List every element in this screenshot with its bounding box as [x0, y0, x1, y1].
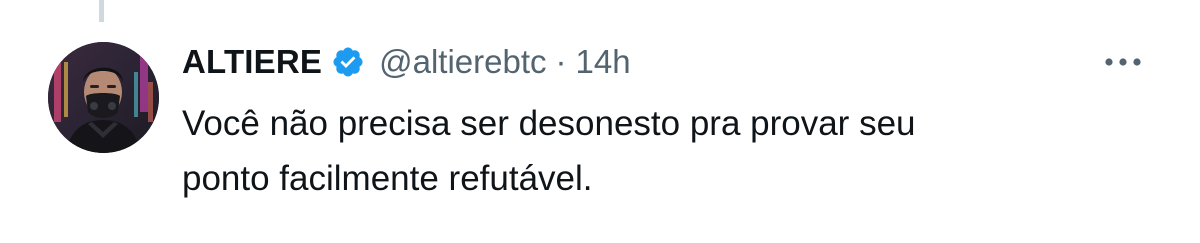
tweet-text-line: Você não precisa ser desonesto pra prova… — [182, 104, 916, 143]
avatar-image — [48, 42, 159, 153]
tweet-header: ALTIERE @altierebtc · 14h — [182, 38, 631, 86]
more-options-button[interactable] — [1096, 42, 1150, 82]
tweet-text: Você não precisa ser desonesto pra prova… — [182, 96, 1142, 206]
avatar[interactable] — [48, 42, 159, 153]
verified-badge-icon[interactable] — [331, 45, 365, 79]
tweet-timestamp[interactable]: 14h — [576, 43, 631, 81]
separator-dot: · — [555, 43, 567, 80]
author-display-name[interactable]: ALTIERE — [182, 43, 322, 81]
author-handle[interactable]: @altierebtc — [379, 43, 546, 81]
more-horizontal-icon — [1105, 58, 1141, 66]
tweet-text-line: ponto facilmente refutável. — [182, 159, 593, 198]
thread-connector-line — [99, 0, 104, 22]
